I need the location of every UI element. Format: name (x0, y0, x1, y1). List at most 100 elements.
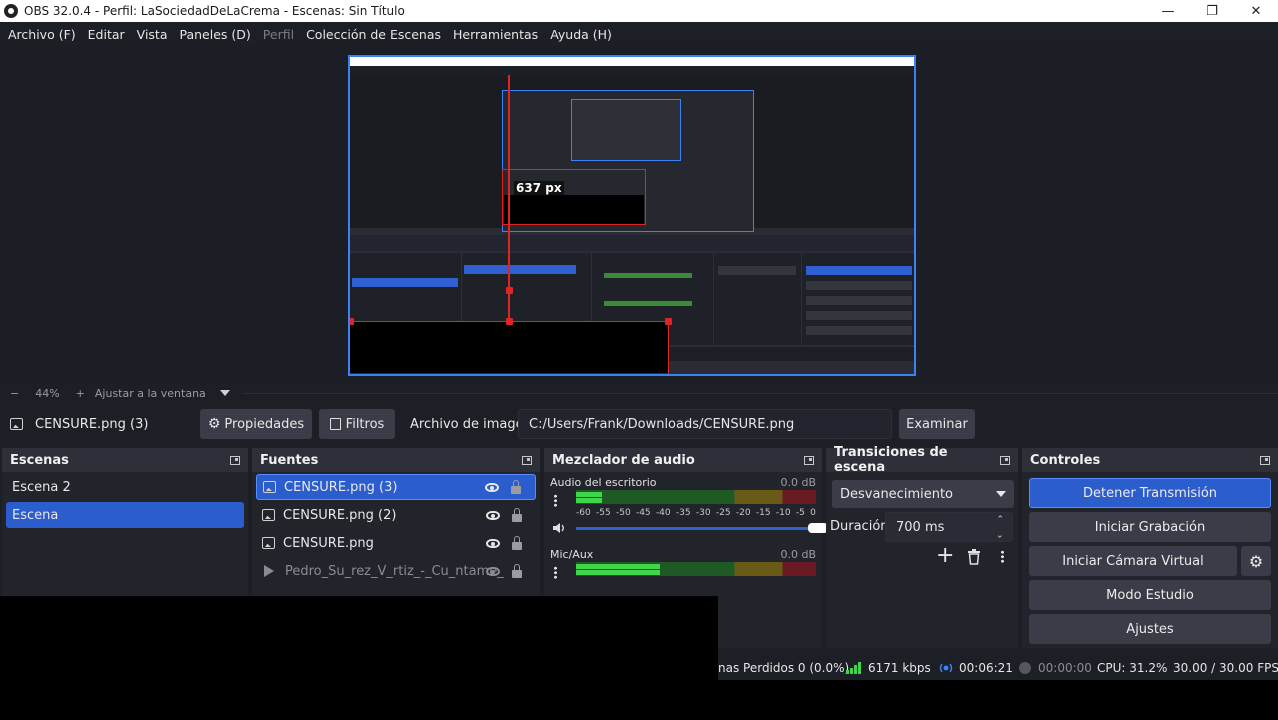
filters-button[interactable]: Filtros (319, 409, 395, 439)
meter-level-left (576, 492, 603, 497)
lock-icon[interactable] (512, 536, 522, 550)
menu-archivo[interactable]: Archivo (F) (2, 27, 82, 42)
dimension-label: 637 px (514, 181, 564, 195)
channel-db: 0.0 dB (780, 548, 816, 561)
menu-vista[interactable]: Vista (131, 27, 174, 42)
title-bar: OBS 32.0.4 - Perfil: LaSociedadDeLaCrema… (0, 0, 1278, 22)
browse-button[interactable]: Examinar (899, 409, 975, 439)
fit-to-window-label[interactable]: Ajustar a la ventana (95, 387, 206, 400)
settings-button[interactable]: Ajustes (1029, 614, 1271, 644)
scenes-dock-header: Escenas (2, 448, 248, 472)
menu-ayuda[interactable]: Ayuda (H) (544, 27, 618, 42)
speaker-icon[interactable] (552, 522, 566, 534)
minimize-button[interactable]: — (1146, 0, 1190, 22)
tick-label: -5 (795, 508, 805, 518)
gear-icon: ⚙ (1248, 551, 1264, 571)
tick-label: 0 (810, 508, 816, 518)
menu-herramientas[interactable]: Herramientas (447, 27, 544, 42)
recording-icon (1019, 662, 1031, 674)
captured-meter-1 (604, 273, 692, 278)
float-dock-icon[interactable] (1260, 455, 1270, 465)
image-source-icon (10, 418, 35, 430)
volume-slider[interactable] (576, 523, 828, 533)
image-icon (263, 481, 276, 493)
menu-paneles[interactable]: Paneles (D) (174, 27, 257, 42)
transform-handle[interactable] (506, 287, 513, 294)
float-dock-icon[interactable] (522, 455, 532, 465)
selected-source-name: CENSURE.png (3) (35, 416, 149, 432)
start-recording-button[interactable]: Iniciar Grabación (1029, 512, 1271, 542)
filters-icon (329, 418, 341, 430)
image-file-path-field[interactable]: C:/Users/Frank/Downloads/CENSURE.png (518, 409, 892, 439)
lock-icon[interactable] (512, 508, 522, 522)
source-item-selected[interactable]: CENSURE.png (3) (256, 474, 536, 500)
properties-button[interactable]: ⚙ Propiedades (200, 409, 312, 439)
transitions-dock-header: Transiciones de escena (826, 445, 1018, 475)
virtual-camera-settings-button[interactable]: ⚙ (1241, 546, 1271, 576)
zoom-out-button[interactable]: − (10, 387, 19, 400)
zoom-dropdown-icon[interactable] (219, 390, 230, 396)
transform-handle-tl[interactable] (350, 318, 354, 325)
visibility-eye-icon[interactable] (486, 538, 500, 548)
visibility-hidden-eye-icon[interactable] (486, 566, 500, 576)
image-file-label: Archivo de imagen (410, 416, 532, 432)
source-item[interactable]: Pedro_Su_rez_V_rtiz_-_Cu_ntame_ (256, 558, 536, 584)
menu-editar[interactable]: Editar (82, 27, 131, 42)
signal-bars-icon (846, 662, 861, 674)
float-dock-icon[interactable] (1000, 455, 1010, 465)
zoom-in-button[interactable]: + (76, 387, 85, 400)
captured-studio-mode (806, 311, 912, 320)
menu-coleccion-escenas[interactable]: Colección de Escenas (300, 27, 447, 42)
spin-down-icon[interactable]: ⌃ (996, 528, 1004, 538)
meter-level-left (576, 564, 660, 569)
media-source-play-icon (264, 565, 274, 577)
captured-toolbar (350, 235, 914, 251)
maximize-button[interactable]: ❐ (1190, 0, 1234, 22)
channel-menu-icon[interactable] (554, 494, 557, 507)
transform-handle-tr[interactable] (665, 318, 672, 325)
add-transition-icon[interactable]: + (936, 544, 954, 568)
lock-icon[interactable] (512, 564, 522, 578)
transition-menu-icon[interactable] (1001, 550, 1004, 563)
fps-display: 30.00 / 30.00 FPS (1173, 661, 1278, 675)
transition-selected-value: Desvanecimiento (840, 486, 954, 502)
stop-streaming-button[interactable]: Detener Transmisión (1029, 478, 1271, 508)
scene-item[interactable]: Escena 2 (6, 474, 244, 500)
preview-area[interactable]: 637 px (0, 46, 1278, 384)
mixer-dock-header: Mezclador de audio (544, 448, 822, 472)
meter-level-right (576, 498, 603, 503)
transition-select[interactable]: Desvanecimiento (832, 480, 1014, 508)
captured-title-bar (350, 57, 914, 66)
float-dock-icon[interactable] (230, 455, 240, 465)
visibility-eye-icon[interactable] (486, 510, 500, 520)
duration-spinbox[interactable]: 700 ms ⌃ ⌃ (885, 512, 1013, 542)
filters-label: Filtros (345, 416, 385, 432)
channel-menu-icon[interactable] (554, 566, 557, 579)
volume-slider-knob[interactable] (808, 523, 828, 533)
channel-db: 0.0 dB (780, 476, 816, 489)
chevron-down-icon (996, 491, 1006, 497)
nested-capture-inner (571, 99, 681, 161)
controls-dock-title: Controles (1030, 452, 1101, 468)
transform-handle-tc[interactable] (506, 318, 513, 325)
lock-icon[interactable] (511, 480, 521, 494)
studio-mode-button[interactable]: Modo Estudio (1029, 580, 1271, 610)
scene-item-selected[interactable]: Escena (6, 502, 244, 528)
close-button[interactable]: ✕ (1234, 0, 1278, 22)
source-item[interactable]: CENSURE.png (256, 530, 536, 556)
controls-dock-header: Controles (1022, 448, 1278, 472)
source-name: CENSURE.png (283, 535, 374, 551)
channel-name: Audio del escritorio (550, 476, 657, 489)
scenes-dock-title: Escenas (10, 452, 69, 468)
float-dock-icon[interactable] (804, 455, 814, 465)
spin-up-icon[interactable]: ⌃ (996, 515, 1004, 525)
virtual-camera-button[interactable]: Iniciar Cámara Virtual (1029, 546, 1237, 576)
preview-canvas[interactable]: 637 px (348, 55, 916, 376)
trash-icon[interactable] (967, 549, 981, 565)
visibility-eye-icon[interactable] (485, 482, 499, 492)
censor-outline-small (502, 169, 646, 225)
source-item[interactable]: CENSURE.png (2) (256, 502, 536, 528)
source-toolbar: CENSURE.png (3) ⚙ Propiedades Filtros Ar… (0, 404, 1278, 444)
duration-value: 700 ms (896, 519, 945, 535)
menu-perfil[interactable]: Perfil (257, 27, 300, 42)
